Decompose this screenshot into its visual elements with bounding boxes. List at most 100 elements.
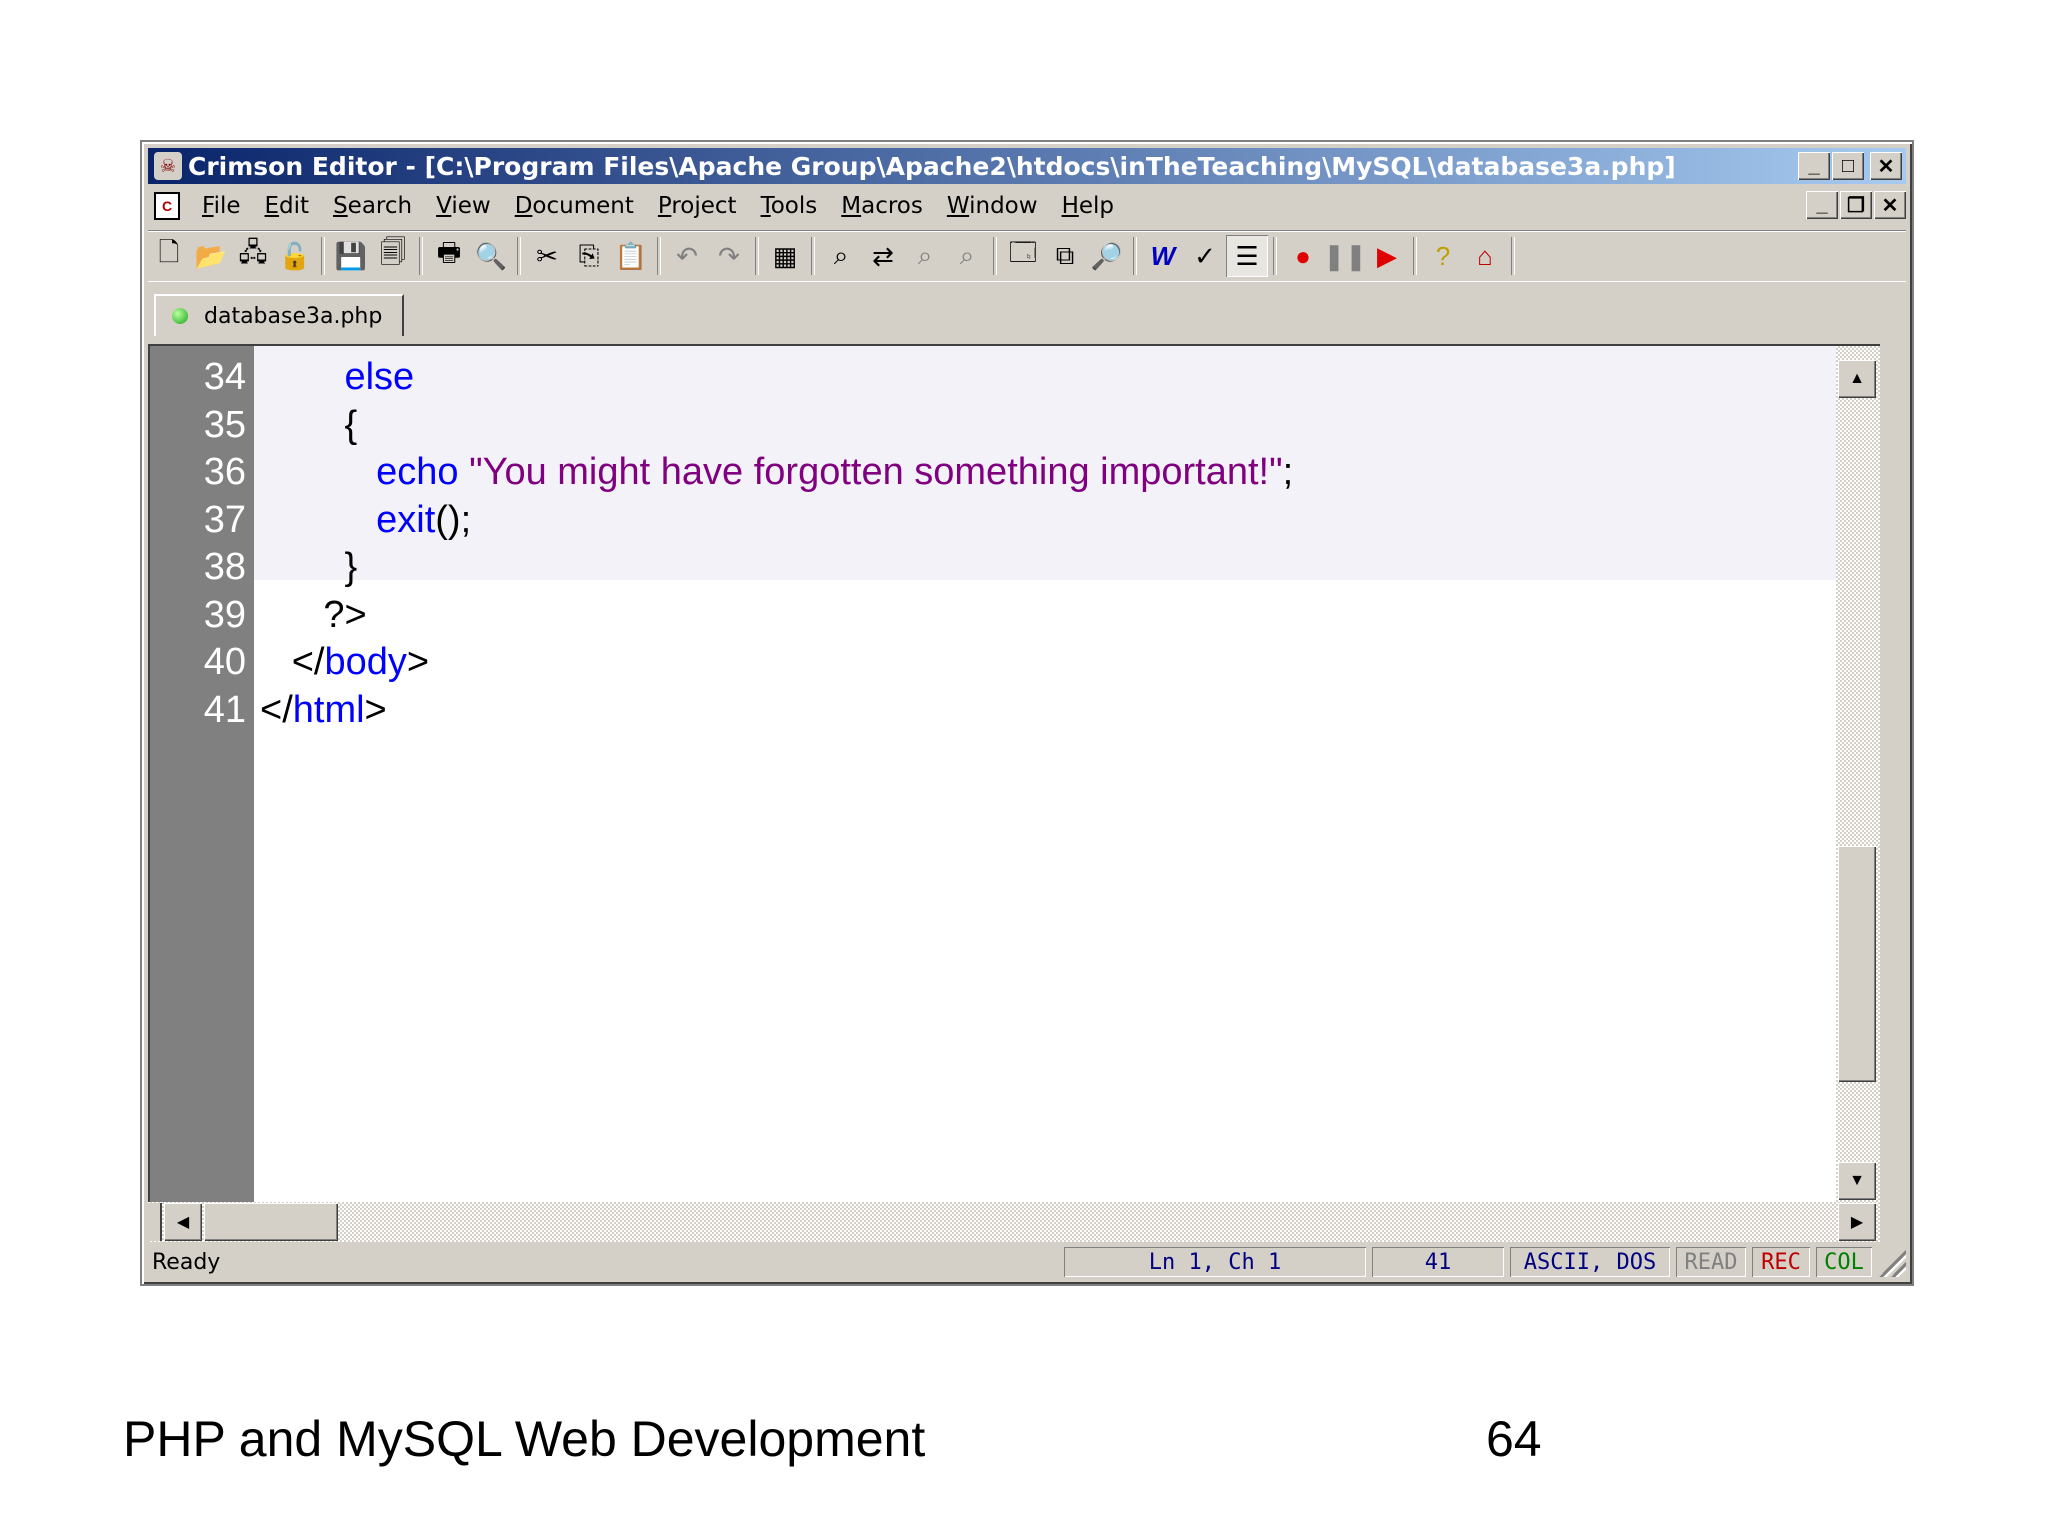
line-number: 41 (203, 688, 246, 731)
play-macro-icon[interactable]: ▶ (1366, 235, 1408, 277)
code-text: ?> (323, 593, 367, 636)
find-icon[interactable]: ⌕ (820, 235, 862, 277)
slide-footer: PHP and MySQL Web Development (123, 1411, 926, 1467)
menu-document[interactable]: Document (503, 193, 646, 219)
paste-icon[interactable]: 📋 (610, 235, 652, 277)
read-indicator: READ (1676, 1247, 1746, 1277)
toolbar-separator (1413, 237, 1417, 275)
cut-icon[interactable]: ✂ (526, 235, 568, 277)
col-indicator: COL (1816, 1247, 1872, 1277)
pause-macro-icon[interactable]: ❚❚ (1323, 235, 1367, 277)
browser-preview-icon[interactable]: 🔎 (1086, 235, 1128, 277)
vertical-scroll-thumb[interactable] (1838, 846, 1876, 1082)
redo-icon[interactable]: ↷ (708, 235, 750, 277)
menu-window[interactable]: Window (935, 193, 1050, 219)
line-number: 38 (203, 546, 246, 589)
scroll-down-icon[interactable]: ▼ (1838, 1162, 1876, 1200)
menu-tools[interactable]: Tools (749, 193, 830, 219)
code-line[interactable]: 39 ?> (204, 592, 1836, 639)
document-tab-bar: database3a.php (148, 292, 1906, 336)
menu-view[interactable]: View (424, 193, 503, 219)
doc-close-button[interactable]: ✕ (1874, 191, 1906, 219)
tab-database3a-php[interactable]: database3a.php (154, 294, 405, 336)
reopen-icon[interactable]: 🔓 (274, 235, 316, 277)
code-line[interactable]: 40 </body> (204, 639, 1836, 686)
window-cascade-icon[interactable]: 🗔 (1002, 235, 1044, 277)
toolbar-separator (1273, 237, 1277, 275)
doc-minimize-button[interactable]: _ (1806, 191, 1838, 219)
code-line[interactable]: 37 exit(); (204, 497, 1836, 544)
code-line[interactable]: 41 </html> (204, 687, 1836, 734)
code-text: echo "You might have forgotten something… (376, 451, 1294, 494)
find-prev-icon[interactable]: ⌕ (946, 235, 988, 277)
code-line[interactable]: 38 } (204, 544, 1836, 591)
rec-indicator: REC (1752, 1247, 1810, 1277)
code-line[interactable]: 35 { (204, 402, 1836, 449)
status-bar: Ready Ln 1, Ch 1 41 ASCII, DOS READ REC … (148, 1242, 1906, 1282)
window-tile-icon[interactable]: ⧉ (1044, 235, 1086, 277)
line-number: 34 (203, 356, 246, 398)
vertical-scrollbar[interactable]: ▲ ▼ (1836, 346, 1880, 1202)
save-all-icon[interactable]: 🗐 (372, 235, 414, 277)
line-number: 37 (203, 498, 246, 541)
code-area[interactable]: 34 else 35 {36 echo "You might have forgo… (204, 346, 1836, 1202)
status-text: Ready (152, 1249, 221, 1275)
code-text: </html> (260, 688, 387, 731)
toolbar: 🗋 📂 🖧 🔓 💾 🗐 🖶 🔍 ✂ ⎘ 📋 ↶ ↷ ▦ ⌕ ⇄ ⌕ ⌕ 🗔 ⧉ … (148, 230, 1906, 282)
menu-project[interactable]: Project (646, 193, 749, 219)
code-line[interactable]: 36 echo "You might have forgotten someth… (204, 449, 1836, 496)
print-preview-icon[interactable]: 🔍 (470, 235, 512, 277)
column-mode-icon[interactable]: ▦ (764, 235, 806, 277)
word-wrap-icon[interactable]: W (1142, 235, 1184, 277)
scroll-right-icon[interactable]: ▶ (1838, 1203, 1876, 1241)
code-editor[interactable]: 34 else 35 {36 echo "You might have forgo… (148, 344, 1880, 1202)
minimize-button[interactable]: _ (1798, 152, 1830, 180)
menu-help[interactable]: Help (1050, 193, 1126, 219)
record-macro-icon[interactable]: ● (1282, 235, 1324, 277)
toolbar-separator (321, 237, 325, 275)
split-handle[interactable] (148, 1203, 162, 1241)
code-text: } (344, 546, 358, 589)
menu-bar: C File Edit Search View Document Project Tools… (148, 188, 1906, 224)
horizontal-scrollbar[interactable]: ◀ ▶ (148, 1202, 1880, 1242)
window-title: Crimson Editor - [C:\Program Files\Apach… (188, 151, 1676, 181)
menu-edit[interactable]: Edit (253, 193, 322, 219)
print-icon[interactable]: 🖶 (428, 235, 470, 277)
save-icon[interactable]: 💾 (330, 235, 372, 277)
scroll-left-icon[interactable]: ◀ (164, 1203, 202, 1241)
toolbar-separator (1511, 237, 1515, 275)
spell-check-icon[interactable]: ✓ (1184, 235, 1226, 277)
code-text: </body> (291, 641, 430, 684)
close-button[interactable]: ✕ (1870, 152, 1902, 180)
help-icon[interactable]: ? (1422, 235, 1464, 277)
code-line[interactable]: 34 else (204, 354, 1836, 401)
undo-icon[interactable]: ↶ (666, 235, 708, 277)
doc-restore-button[interactable]: ❐ (1840, 191, 1872, 219)
crimson-editor-app-icon[interactable]: ☠ (154, 152, 182, 180)
cursor-position: Ln 1, Ch 1 (1064, 1247, 1366, 1277)
encoding: ASCII, DOS (1510, 1247, 1670, 1277)
replace-icon[interactable]: ⇄ (862, 235, 904, 277)
toolbar-separator (657, 237, 661, 275)
toolbar-separator (993, 237, 997, 275)
open-file-icon[interactable]: 📂 (190, 235, 232, 277)
menu-macros[interactable]: Macros (829, 193, 935, 219)
open-ftp-icon[interactable]: 🖧 (232, 235, 274, 277)
find-next-icon[interactable]: ⌕ (904, 235, 946, 277)
maximize-button[interactable]: □ (1832, 152, 1864, 180)
toolbar-separator (1133, 237, 1137, 275)
menu-file[interactable]: File (190, 193, 253, 219)
crimson-editor-window: ☠ Crimson Editor - [C:\Program Files\Apa… (140, 140, 1914, 1286)
home-icon[interactable]: ⌂ (1464, 235, 1506, 277)
copy-icon[interactable]: ⎘ (568, 235, 610, 277)
title-bar[interactable]: ☠ Crimson Editor - [C:\Program Files\Apa… (148, 148, 1906, 184)
line-count: 41 (1372, 1247, 1504, 1277)
new-file-icon[interactable]: 🗋 (148, 235, 190, 277)
line-numbers-icon[interactable]: ☰ (1226, 235, 1268, 277)
horizontal-scroll-thumb[interactable] (204, 1203, 338, 1241)
tab-label: database3a.php (204, 303, 383, 329)
scroll-up-icon[interactable]: ▲ (1838, 360, 1876, 398)
menu-search[interactable]: Search (321, 193, 424, 219)
resize-grip-icon[interactable] (1876, 1247, 1906, 1277)
document-icon[interactable]: C (154, 192, 180, 220)
